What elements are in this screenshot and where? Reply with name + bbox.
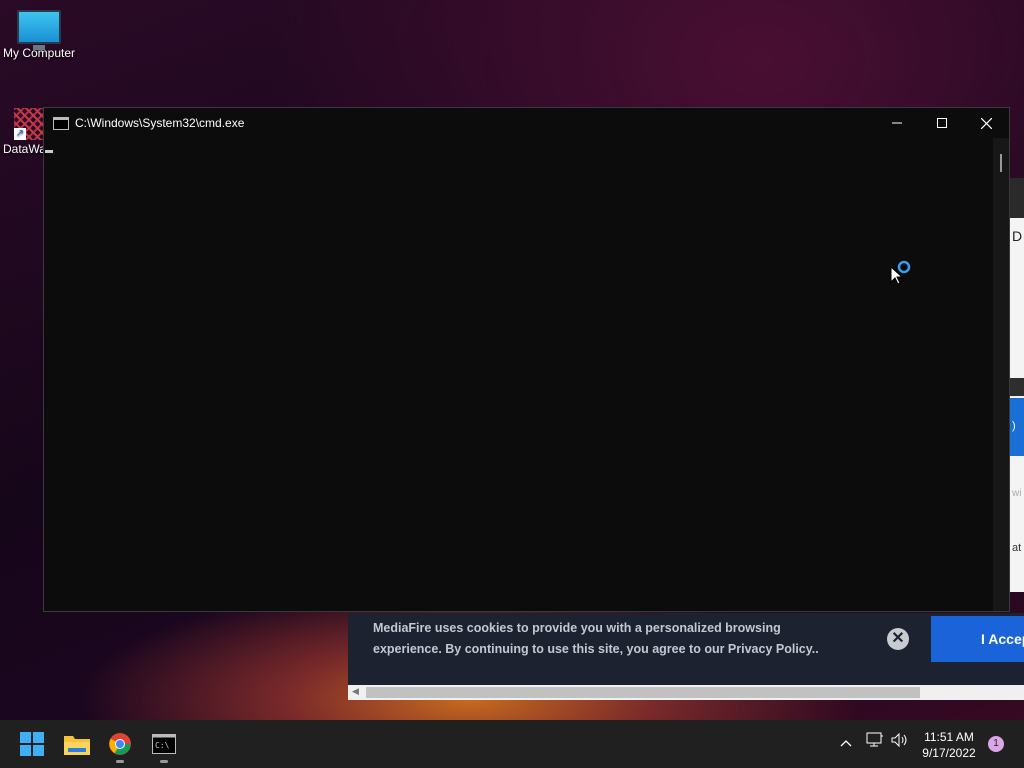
cmd-app-icon — [53, 116, 69, 130]
horizontal-scrollbar[interactable]: ◀ — [348, 685, 1024, 700]
cmd-taskbar-button[interactable]: C:\ — [144, 724, 184, 764]
clock-date: 9/17/2022 — [922, 746, 976, 760]
browser-band — [1008, 378, 1024, 396]
cmd-scrollbar[interactable] — [993, 138, 1009, 611]
cookie-message: MediaFire uses cookies to provide you wi… — [373, 621, 819, 656]
scroll-thumb[interactable] — [366, 687, 920, 698]
text-cursor — [45, 150, 53, 153]
cmd-titlebar[interactable]: C:\Windows\System32\cmd.exe — [44, 108, 1009, 138]
file-explorer-icon — [64, 736, 90, 755]
network-icon[interactable] — [866, 732, 884, 751]
browser-header-band — [1008, 178, 1024, 218]
volume-icon[interactable] — [891, 732, 909, 751]
close-button[interactable] — [964, 108, 1009, 138]
browser-blue-button[interactable] — [1008, 398, 1024, 456]
accept-cookies-button[interactable]: I Accep — [931, 616, 1024, 662]
cmd-window-title: C:\Windows\System32\cmd.exe — [75, 116, 245, 130]
background-browser-window[interactable]: D ) wi at — [1008, 178, 1024, 592]
taskbar-clock[interactable]: 11:51 AM 9/17/2022 — [918, 729, 980, 761]
maximize-icon — [936, 118, 947, 128]
cookie-banner: MediaFire uses cookies to provide you wi… — [348, 613, 1024, 685]
browser-partial-text: wi — [1012, 488, 1022, 499]
notification-badge[interactable]: 1 — [988, 736, 1004, 752]
browser-partial-text: D — [1012, 228, 1023, 244]
scroll-thumb[interactable] — [1000, 154, 1002, 172]
cookie-close-button[interactable]: ✕ — [887, 628, 909, 650]
browser-partial-text: ) — [1012, 420, 1016, 432]
maximize-button[interactable] — [919, 108, 964, 138]
start-button[interactable] — [12, 724, 52, 764]
desktop-icon-datawa[interactable]: ↗ DataWa — [0, 108, 46, 156]
chrome-button[interactable] — [100, 724, 140, 764]
desktop-icon-my-computer[interactable]: My Computer — [0, 10, 78, 60]
busy-cursor-icon — [890, 260, 911, 285]
show-hidden-icons-chevron-icon[interactable] — [840, 734, 852, 750]
monitor-icon — [17, 10, 61, 50]
browser-partial-text: at — [1012, 542, 1022, 554]
minimize-button[interactable] — [874, 108, 919, 138]
desktop-icon-label: DataWa — [3, 142, 46, 156]
cmd-console-area[interactable] — [44, 138, 995, 611]
close-icon — [981, 117, 992, 129]
taskbar: C:\ 11:51 AM 9/17/2022 — [0, 720, 1024, 768]
clock-time: 11:51 AM — [924, 730, 974, 744]
chrome-icon — [109, 733, 131, 755]
cmd-icon: C:\ — [152, 734, 176, 754]
svg-text:C:\: C:\ — [155, 741, 170, 750]
scroll-left-arrow-icon[interactable]: ◀ — [352, 686, 359, 697]
shortcut-icon: ↗ — [14, 108, 44, 140]
start-icon — [20, 732, 44, 756]
file-explorer-button[interactable] — [57, 724, 97, 764]
minimize-icon — [891, 122, 902, 124]
cmd-window[interactable]: C:\Windows\System32\cmd.exe — [43, 107, 1010, 612]
